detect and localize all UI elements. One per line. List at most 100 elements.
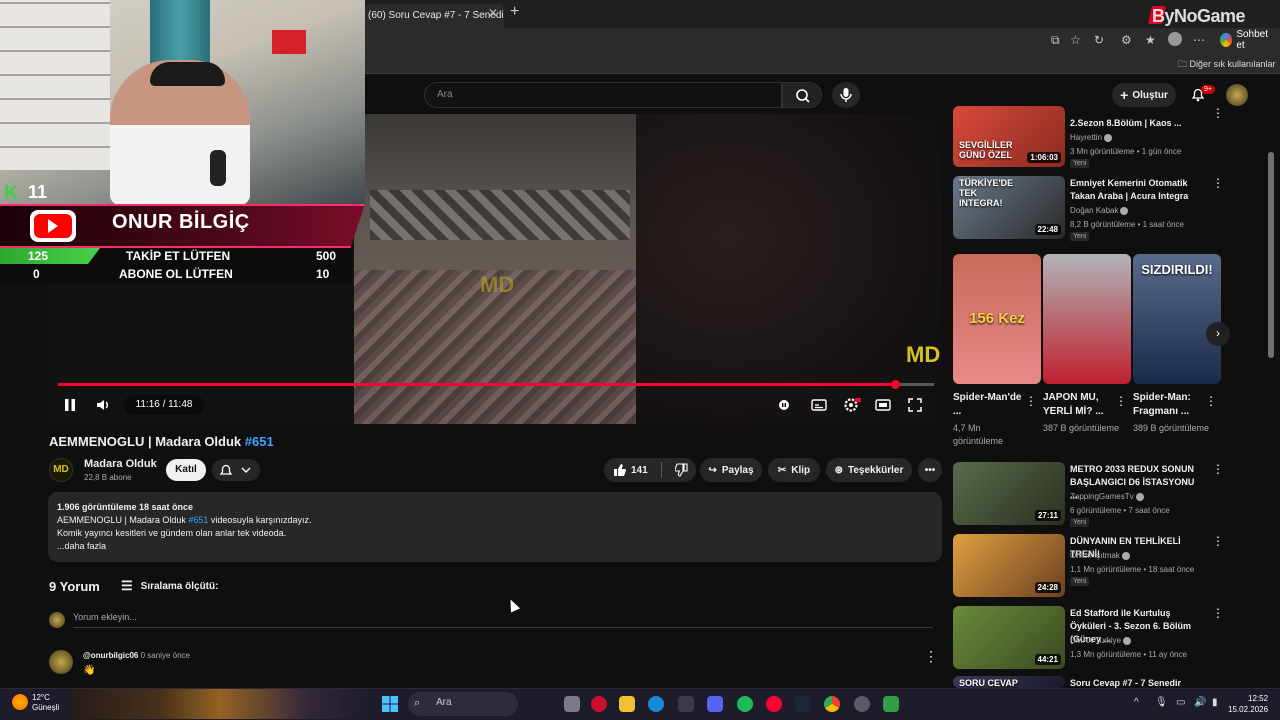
related-video-thumbnail[interactable]: SORU CEVAP 7 [953,676,1065,688]
channel-name[interactable]: Madara Olduk [84,458,157,470]
create-button[interactable]: + Oluştur [1112,83,1176,107]
file-explorer-icon[interactable] [619,696,635,712]
volume-icon[interactable] [95,396,113,414]
channel-name-text[interactable]: DMAX Turkiye [1070,636,1121,645]
add-comment-input[interactable]: Yorum ekleyin... [73,612,933,628]
new-tab-icon[interactable]: + [510,3,519,21]
taskbar-clock[interactable]: 12:52 15.02.2026 [1228,693,1268,715]
tray-mic-icon[interactable]: 🎙 [1155,697,1168,708]
related-video-thumbnail[interactable]: 24:28 [953,534,1065,597]
channel-name-text[interactable]: Hayrettin [1070,133,1102,142]
opera-gx-icon[interactable] [591,696,607,712]
related-video-thumbnail[interactable]: 27:11 [953,462,1065,525]
show-more-link[interactable]: ...daha fazla [57,540,933,553]
edge-icon[interactable] [648,696,664,712]
share-button[interactable]: ↪ Paylaş [700,458,762,482]
related-video-channel[interactable]: Orkun Işıtmak [1070,549,1130,562]
related-video-thumbnail[interactable]: SEVGİLİLER GÜNÜ ÖZEL 1:06:03 [953,106,1065,167]
comment-author[interactable]: @onurbilgic06 0 saniye önce [83,651,190,660]
thanks-button[interactable]: ⊛ Teşekkürler [826,458,912,482]
comment-author-handle[interactable]: @onurbilgic06 [83,651,138,660]
short-more-icon[interactable]: ⋮ [1205,394,1217,408]
spotify-icon[interactable] [737,696,753,712]
chrome-icon[interactable] [824,696,840,712]
related-video-thumbnail[interactable]: TÜRKİYE'DE TEK INTEGRA! 22:48 [953,176,1065,239]
short-title[interactable]: JAPON MU, YERLİ Mİ? ... [1043,391,1115,419]
channel-avatar[interactable]: MD [49,458,73,482]
windows-start-icon[interactable] [381,695,399,713]
channel-name-text[interactable]: Orkun Işıtmak [1070,551,1120,560]
short-title[interactable]: Spider-Man: Fragmanı ... [1133,391,1205,419]
favorites-icon[interactable]: ★ [1145,33,1156,47]
steam-icon[interactable] [795,696,811,712]
related-video-title[interactable]: 2.Sezon 8.Bölüm | Kaos ... [1070,117,1204,130]
description-box[interactable]: 1.906 görüntüleme 18 saat önce AEMMENOGL… [48,492,942,562]
taskbar-search[interactable]: Ara [408,692,518,716]
obs-studio-icon[interactable] [854,696,870,712]
tray-volume-icon[interactable]: 🔊 [1194,697,1206,708]
refresh-extension-icon[interactable]: ↻ [1094,33,1104,47]
short-more-icon[interactable]: ⋮ [1115,394,1127,408]
pause-icon[interactable] [62,396,78,414]
comment-time[interactable]: 0 saniye önce [141,651,190,660]
theater-mode-icon[interactable] [874,396,892,414]
shorts-next-arrow-icon[interactable]: › [1206,322,1230,346]
account-avatar[interactable] [1226,84,1248,106]
related-video-channel[interactable]: ZappingGamesTv [1070,490,1144,503]
subscription-bell-button[interactable] [212,459,260,481]
autoplay-toggle-icon[interactable] [776,396,792,414]
more-actions-button[interactable]: ••• [918,458,942,482]
related-video-title[interactable]: Emniyet Kemerini Otomatik Takan Araba | … [1070,177,1204,203]
search-input[interactable]: Ara [424,82,782,108]
task-view-icon[interactable] [564,696,580,712]
store-icon[interactable] [678,696,694,712]
related-video-more-icon[interactable]: ⋮ [1212,176,1224,190]
tray-chevron-icon[interactable]: ^ [1134,697,1139,708]
weather-widget[interactable]: 12°C Güneşli [32,693,59,713]
tab-close-icon[interactable]: ✕ [488,6,498,20]
thumbs-down-icon[interactable] [674,463,689,477]
comment-author-avatar[interactable] [49,650,73,674]
channel-name-text[interactable]: ZappingGamesTv [1070,492,1134,501]
description-hashtag[interactable]: #651 [188,515,208,525]
voice-search-button[interactable] [832,82,860,108]
short-more-icon[interactable]: ⋮ [1025,394,1037,408]
sort-comments-button[interactable]: ☰ Sıralama ölçütü: [121,578,218,594]
clip-button[interactable]: ✂ Klip [768,458,820,482]
short-title[interactable]: Spider-Man'de ... [953,391,1025,419]
tray-network-icon[interactable]: ▭ [1176,697,1185,708]
related-video-more-icon[interactable]: ⋮ [1212,534,1224,548]
search-button[interactable] [782,82,822,108]
app-available-icon[interactable]: ⧉ [1051,33,1060,48]
related-video-channel[interactable]: Doğan Kabak [1070,204,1129,217]
more-options-icon[interactable]: ⋯ [1193,33,1205,47]
profile-icon[interactable] [1168,32,1182,46]
discord-icon[interactable] [707,696,723,712]
related-video-thumbnail[interactable]: 44:21 [953,606,1065,669]
tray-battery-icon[interactable]: ▮ [1212,697,1218,708]
copilot-chat-button[interactable]: Sohbet et [1214,29,1280,51]
browser-tab-active[interactable]: (60) Soru Cevap #7 - 7 Senedir Ne [364,4,504,28]
other-favorites-folder[interactable]: 🗀 Diğer sık kullanılanlar [1178,57,1276,73]
app-launcher-icon[interactable] [883,696,899,712]
obs-recording-icon[interactable] [766,696,782,712]
related-video-more-icon[interactable]: ⋮ [1212,106,1224,120]
comment-more-icon[interactable]: ⋮ [924,648,938,665]
related-video-more-icon[interactable]: ⋮ [1212,462,1224,476]
related-video-channel[interactable]: Hayrettin [1070,131,1113,144]
weather-icon[interactable] [12,694,28,710]
short-thumbnail[interactable]: SIZDIRILDI! [1133,254,1221,384]
related-video-channel[interactable]: DMAX Turkiye [1070,634,1132,647]
short-thumbnail[interactable] [1043,254,1131,384]
channel-name-text[interactable]: Doğan Kabak [1070,206,1118,215]
short-thumbnail[interactable]: 156 Kez [953,254,1041,384]
fullscreen-icon[interactable] [906,396,924,414]
related-video-more-icon[interactable]: ⋮ [1212,606,1224,620]
page-scrollbar[interactable] [1268,152,1274,358]
join-button[interactable]: Katıl [166,459,206,481]
favorite-star-icon[interactable]: ☆ [1070,33,1081,47]
like-button[interactable]: 141 [612,463,648,477]
extensions-icon[interactable]: ⚙ [1121,33,1132,47]
subtitles-icon[interactable] [810,396,828,414]
settings-gear-icon[interactable] [842,396,862,414]
